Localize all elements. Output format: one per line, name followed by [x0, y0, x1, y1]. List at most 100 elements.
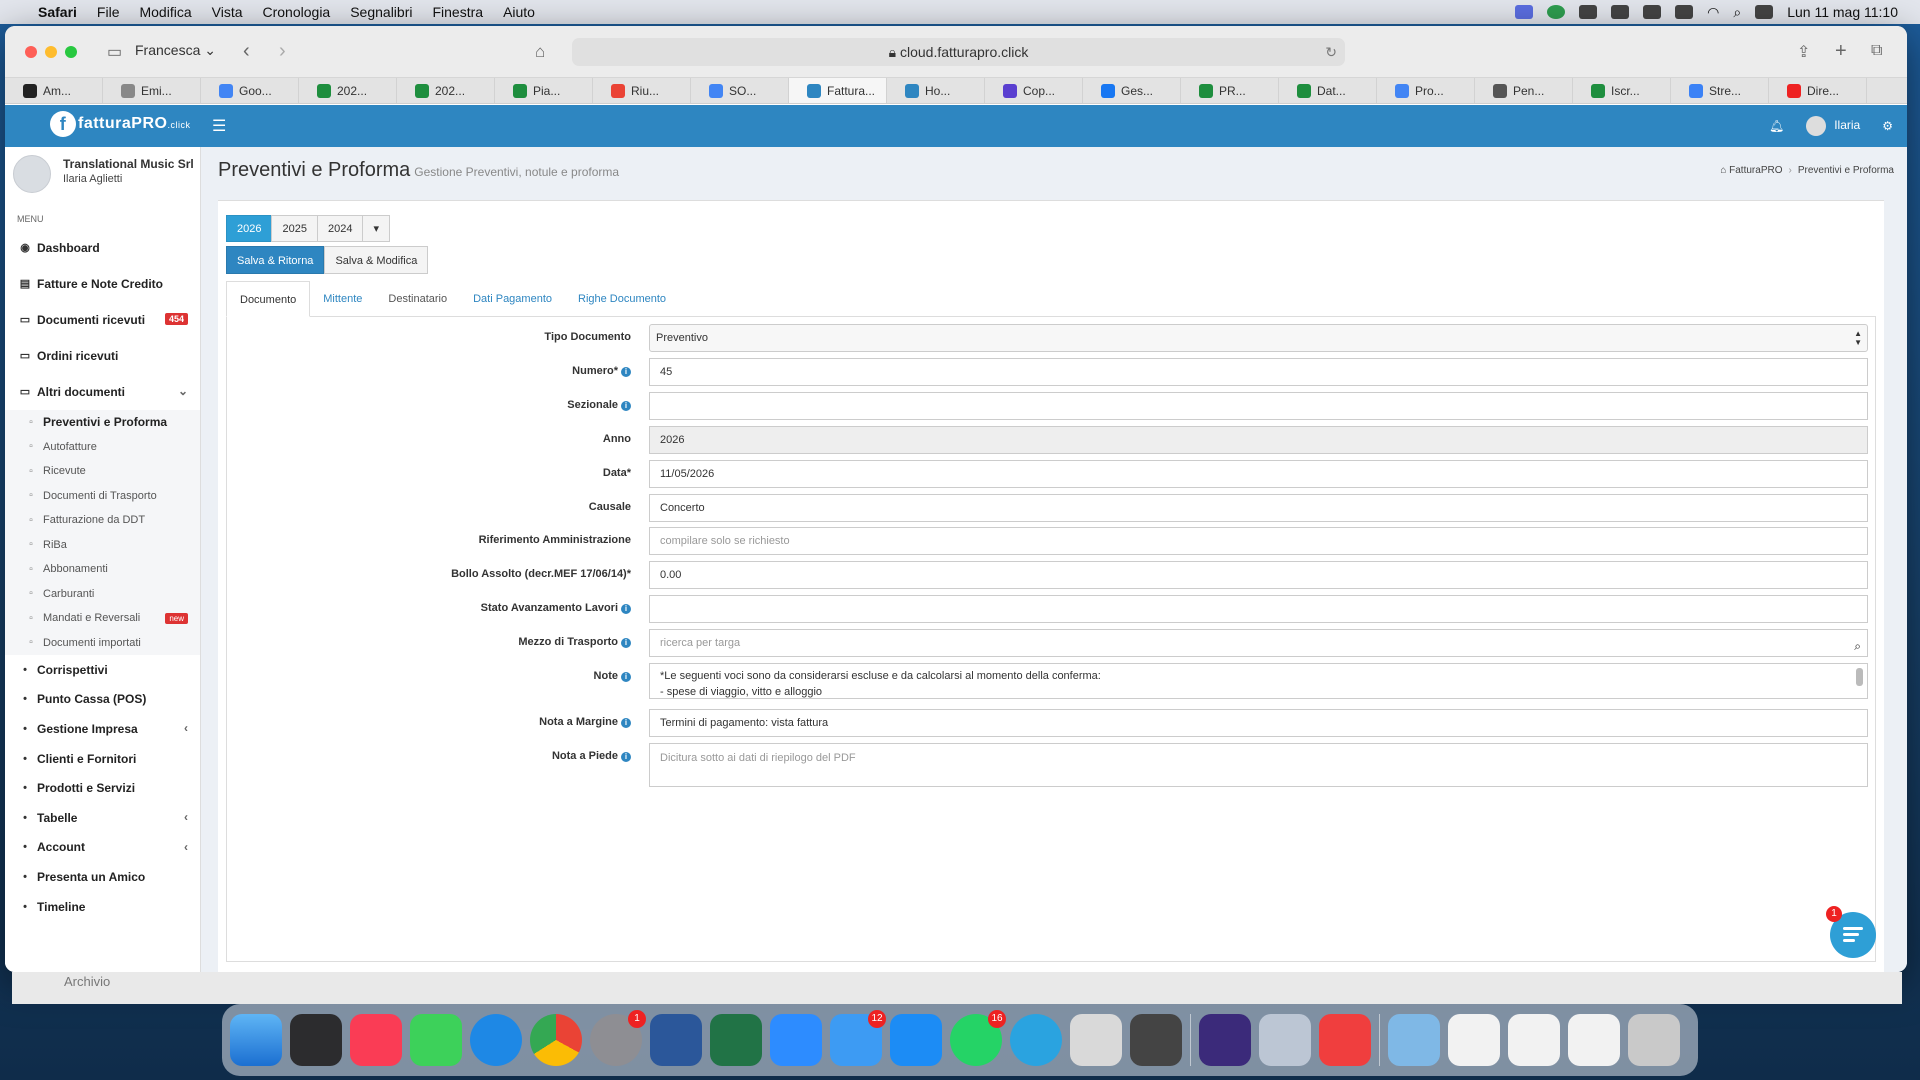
submenu-item[interactable]: ▫ Ricevute — [5, 459, 200, 484]
browser-tab[interactable]: Dire... — [1769, 78, 1867, 103]
browser-tab[interactable]: SO... — [691, 78, 789, 103]
year-dropdown-caret-icon[interactable]: ▾ — [362, 215, 390, 242]
browser-tab[interactable]: Cop... — [985, 78, 1083, 103]
browser-tab[interactable]: Pia... — [495, 78, 593, 103]
bell-icon[interactable]: 🔔︎ — [1769, 119, 1784, 133]
browser-tab[interactable]: PR... — [1181, 78, 1279, 103]
sidebar-item[interactable]: ▭ Documenti ricevuti 454 — [5, 302, 200, 338]
telegram-icon[interactable] — [1010, 1014, 1062, 1066]
minimize-window-icon[interactable] — [45, 45, 57, 58]
tab-destinatario[interactable]: Destinatario — [375, 281, 460, 316]
downloads-folder-icon[interactable] — [1388, 1014, 1440, 1066]
mezzo-input[interactable]: ricerca per targa ⌕ — [649, 629, 1868, 657]
maximize-window-icon[interactable] — [65, 45, 77, 58]
word-icon[interactable] — [650, 1014, 702, 1066]
home-icon[interactable]: ⌂ — [535, 42, 545, 62]
app-store-icon[interactable] — [890, 1014, 942, 1066]
user-menu[interactable]: Ilaria — [1806, 116, 1860, 136]
submenu-item[interactable]: ▫ Carburanti — [5, 582, 200, 607]
browser-tab[interactable]: Riu... — [593, 78, 691, 103]
tab-mittente[interactable]: Mittente — [310, 281, 375, 316]
music-icon[interactable] — [350, 1014, 402, 1066]
minimized-window-icon[interactable] — [1448, 1014, 1500, 1066]
sidebar-item[interactable]: • Timeline — [5, 892, 200, 922]
minimized-window-icon[interactable] — [1508, 1014, 1560, 1066]
profile-selector[interactable]: Francesca ⌄ — [135, 42, 216, 59]
year-2025-button[interactable]: 2025 — [271, 215, 318, 242]
tab-overview-icon[interactable]: ⧉ — [1871, 42, 1882, 60]
close-window-icon[interactable] — [25, 45, 37, 58]
tipo-documento-select[interactable]: Preventivo ▲ ▼ — [649, 324, 1868, 352]
info-icon[interactable]: i — [621, 638, 631, 648]
info-icon[interactable]: i — [621, 672, 631, 682]
clock[interactable]: Lun 11 mag 11:10 — [1787, 4, 1898, 20]
submenu-item[interactable]: ▫ Mandati e Reversali new — [5, 606, 200, 631]
year-2026-button[interactable]: 2026 — [226, 215, 273, 242]
share-icon[interactable]: ⇪ — [1797, 42, 1810, 62]
menu-segnalibri[interactable]: Segnalibri — [350, 4, 412, 20]
submenu-item[interactable]: ▫ Documenti importati — [5, 631, 200, 656]
year-2024-button[interactable]: 2024 — [316, 215, 364, 242]
menu-vista[interactable]: Vista — [212, 4, 243, 20]
speed-icon[interactable] — [1643, 5, 1662, 19]
forward-icon[interactable]: › — [279, 40, 286, 63]
settings-icon[interactable]: ⚙ — [1882, 119, 1893, 133]
note-textarea[interactable]: *Le seguenti voci sono da considerarsi e… — [649, 663, 1868, 699]
messages-icon[interactable] — [410, 1014, 462, 1066]
submenu-item[interactable]: ▫ RiBa — [5, 533, 200, 558]
menu-modifica[interactable]: Modifica — [139, 4, 191, 20]
search-icon[interactable]: ⌕ — [1854, 633, 1861, 659]
tab-documento[interactable]: Documento — [226, 281, 311, 317]
sidebar-item[interactable]: ▤ Fatture e Note Credito — [5, 266, 200, 302]
info-icon[interactable]: i — [621, 752, 631, 762]
back-icon[interactable]: ‹ — [243, 40, 250, 63]
browser-tab[interactable]: Emi... — [103, 78, 201, 103]
browser-tab[interactable]: Am... — [5, 78, 103, 103]
sidebar-item[interactable]: • Presenta un Amico — [5, 862, 200, 892]
grammarly-app-icon[interactable] — [1199, 1014, 1251, 1066]
browser-tab[interactable]: Dat... — [1279, 78, 1377, 103]
system-settings-icon[interactable]: 1 — [590, 1010, 646, 1066]
browser-tab[interactable]: Fattura... — [789, 78, 887, 103]
whatsapp-icon[interactable]: 16 — [950, 1010, 1006, 1066]
sidebar-item[interactable]: • Punto Cassa (POS) — [5, 685, 200, 715]
sidebar-item[interactable]: ◉ Dashboard — [5, 230, 200, 266]
chrome-icon[interactable] — [530, 1014, 582, 1066]
menu-aiuto[interactable]: Aiuto — [503, 4, 535, 20]
info-icon[interactable]: i — [621, 401, 631, 411]
riferimento-input[interactable]: compilare solo se richiesto — [649, 527, 1868, 555]
chat-launcher[interactable]: 1 — [1826, 906, 1876, 958]
info-icon[interactable]: i — [621, 718, 631, 728]
sidebar-toggle-icon[interactable]: ▭ — [107, 42, 122, 62]
submenu-item[interactable]: ▫ Documenti di Trasporto — [5, 484, 200, 509]
safari-icon[interactable] — [470, 1014, 522, 1066]
breadcrumb-root[interactable]: FatturaPRO — [1729, 165, 1782, 176]
reload-icon[interactable]: ↻ — [1325, 38, 1337, 66]
wifi-icon[interactable]: ◠ — [1707, 4, 1719, 21]
screen-share-icon[interactable] — [1515, 5, 1534, 19]
printer-icon[interactable] — [1070, 1014, 1122, 1066]
address-bar[interactable]: 🔒︎ cloud.fatturapro.click ↻ — [572, 38, 1345, 66]
info-icon[interactable]: i — [621, 604, 631, 614]
anydesk-icon[interactable] — [1319, 1014, 1371, 1066]
battery-icon[interactable] — [1675, 5, 1694, 19]
finder-icon[interactable] — [230, 1014, 282, 1066]
nota-piede-textarea[interactable]: Dicitura sotto ai dati di riepilogo del … — [649, 743, 1868, 787]
save-edit-button[interactable]: Salva & Modifica — [324, 246, 429, 274]
message-icon[interactable] — [1579, 5, 1598, 19]
menu-cronologia[interactable]: Cronologia — [263, 4, 331, 20]
sidebar-item[interactable]: • Prodotti e Servizi — [5, 773, 200, 803]
menu-finestra[interactable]: Finestra — [432, 4, 483, 20]
search-icon[interactable]: ⌕ — [1733, 4, 1741, 21]
trash-icon[interactable] — [1628, 1014, 1680, 1066]
sal-input[interactable] — [649, 595, 1868, 623]
submenu-item[interactable]: ▫ Fatturazione da DDT — [5, 508, 200, 533]
keychain-icon[interactable] — [290, 1014, 342, 1066]
minimized-window-icon[interactable] — [1568, 1014, 1620, 1066]
control-center-icon[interactable] — [1755, 5, 1774, 19]
info-icon[interactable]: i — [621, 367, 631, 377]
sidebar-item[interactable]: • Clienti e Fornitori — [5, 744, 200, 774]
zoom-icon[interactable] — [770, 1014, 822, 1066]
browser-tab[interactable]: 202... — [299, 78, 397, 103]
browser-tab[interactable]: Stre... — [1671, 78, 1769, 103]
